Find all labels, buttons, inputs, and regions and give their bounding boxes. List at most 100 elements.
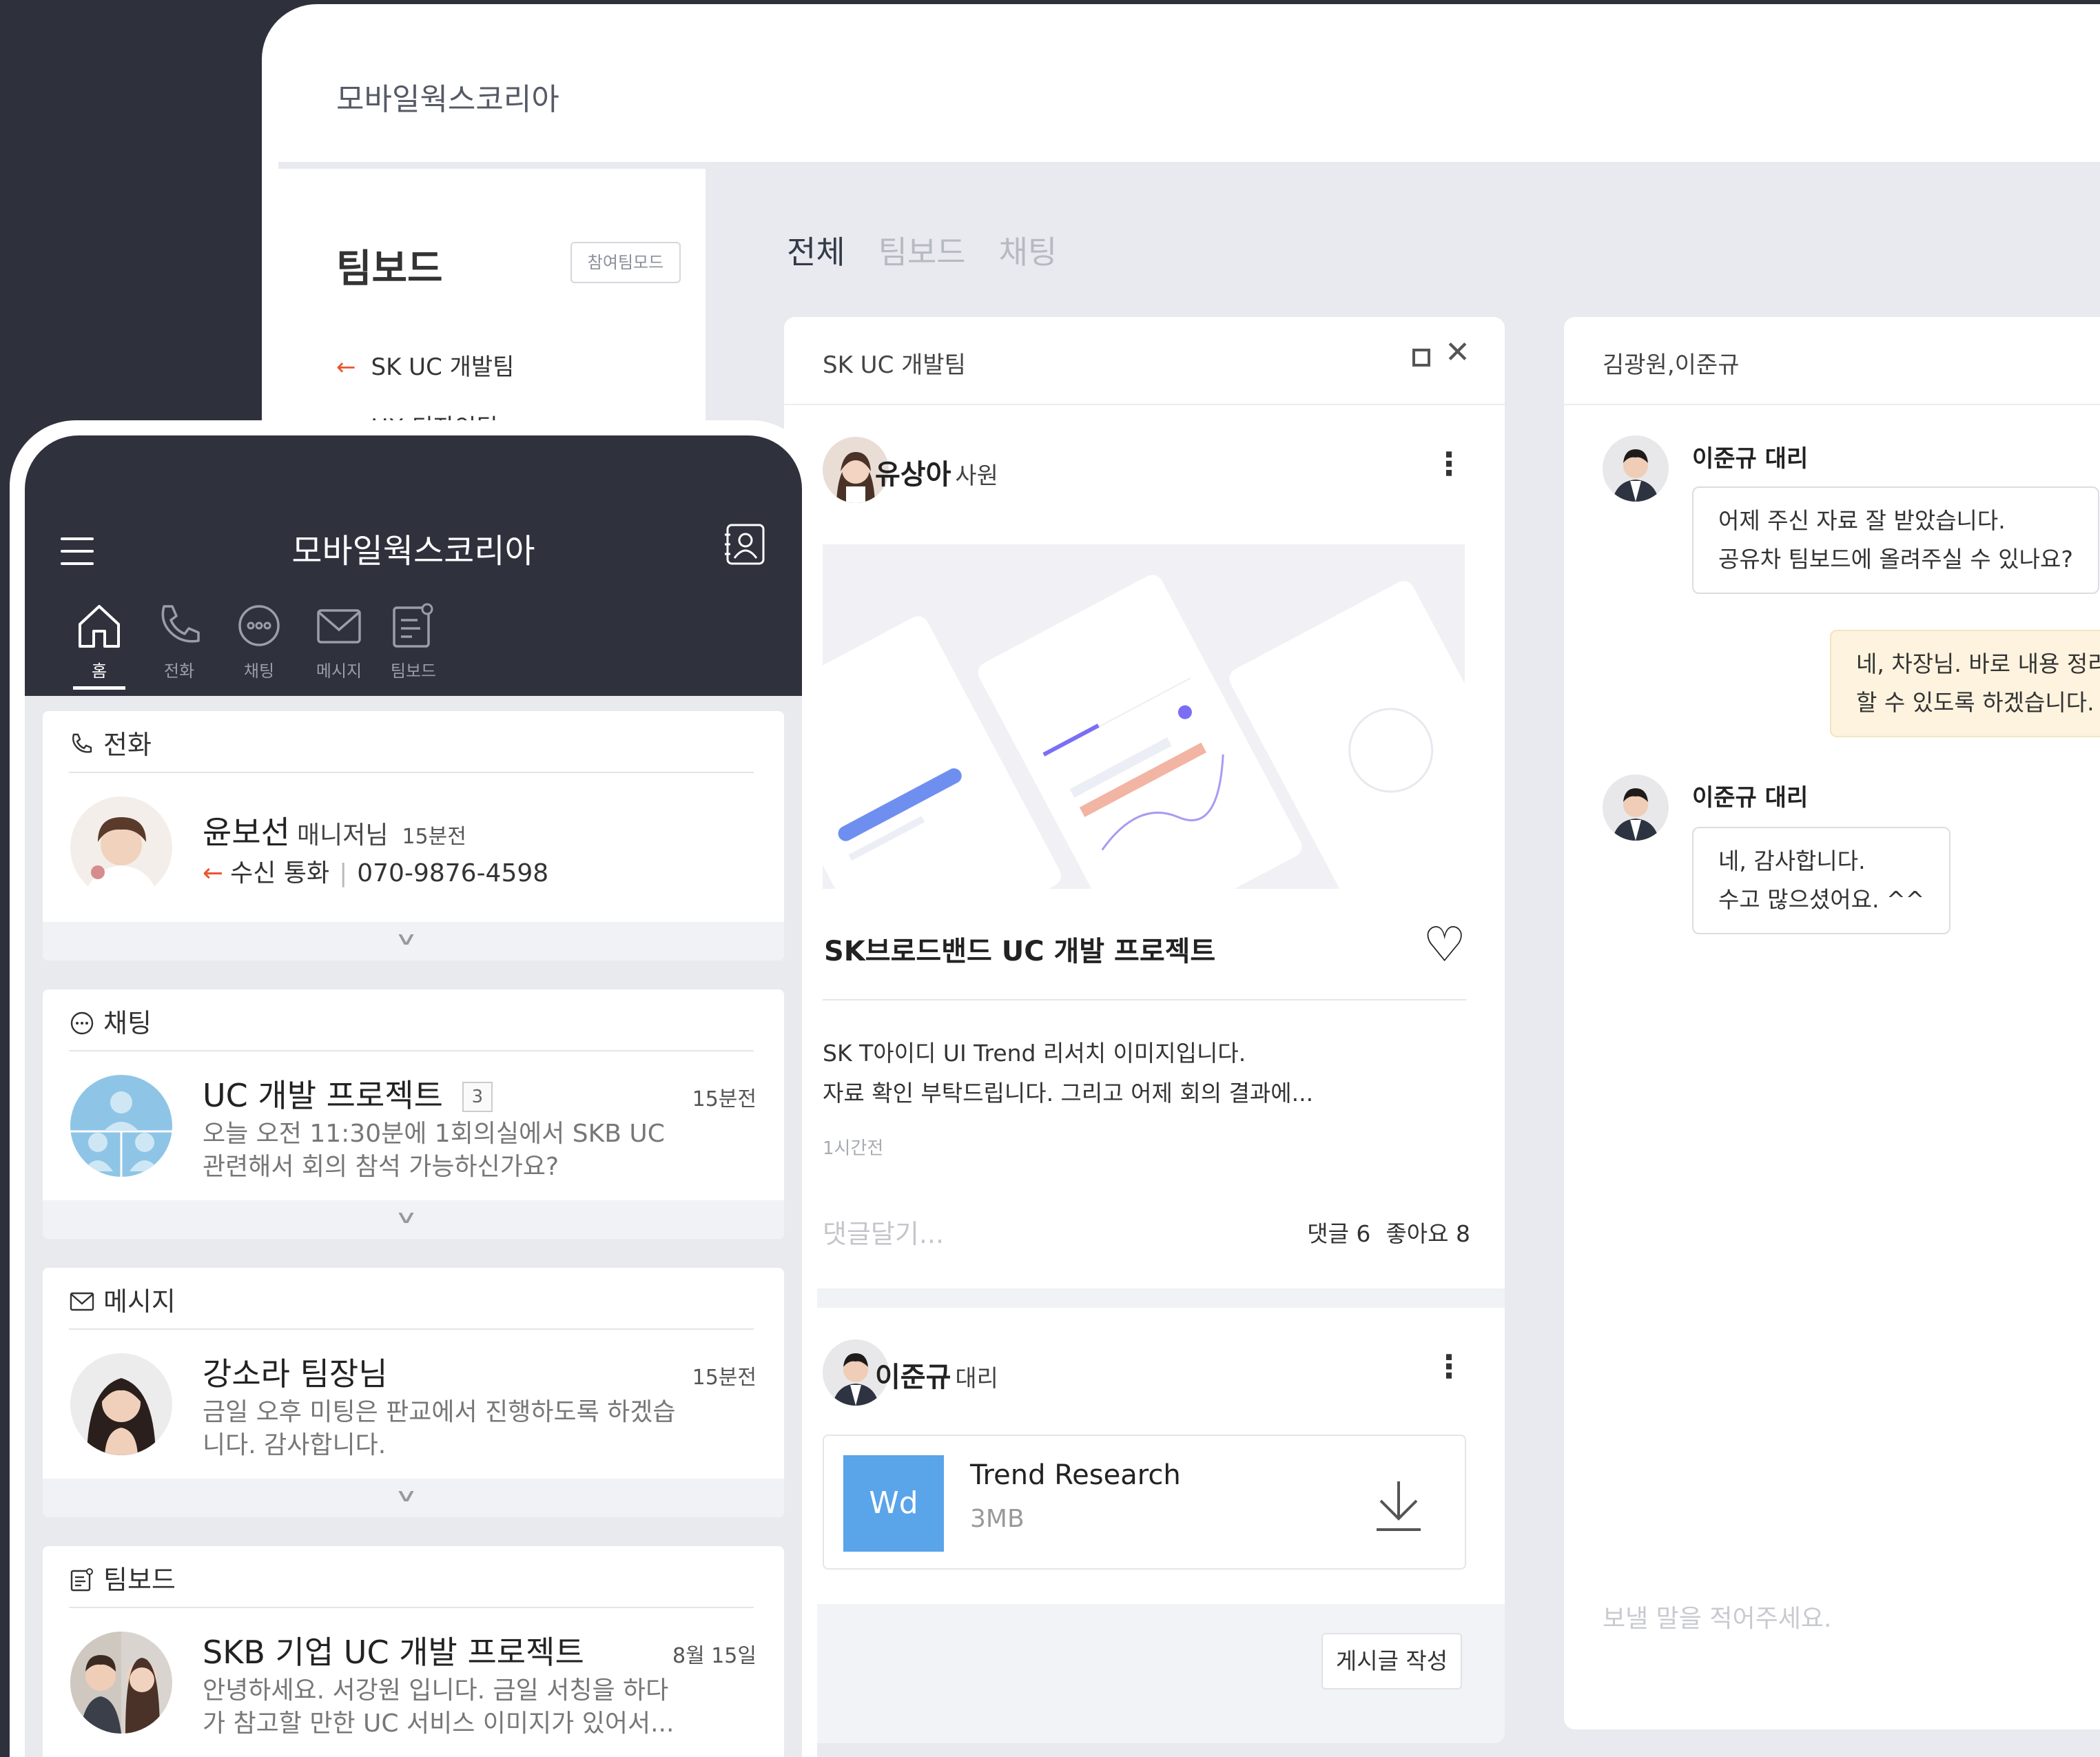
message-sender: 이준규 대리	[1692, 784, 1809, 812]
sidebar-item-label: SK UC 개발팀	[371, 353, 515, 381]
file-size: 3MB	[970, 1505, 1025, 1533]
nav-label: 홈	[91, 661, 107, 681]
team-mode-button[interactable]: 참여팀모드	[570, 242, 681, 283]
card-header: 전화	[69, 723, 152, 761]
call-card[interactable]: 전화 윤보선 매니저님 15분전 ← 수신 통화 | 070-9876-4598 ∨	[43, 711, 784, 960]
sidebar: 팀보드 참여팀모드 ←SK UC 개발팀 ←UX 디자인팀	[278, 169, 706, 444]
group-avatar	[70, 1632, 172, 1734]
mail-icon	[317, 609, 361, 644]
home-icon	[79, 605, 120, 648]
nav-active-indicator	[73, 686, 125, 690]
incoming-arrow-icon: ←	[203, 859, 224, 887]
my-message-bubble: 네, 차장님. 바로 내용 정리 할 수 있도록 하겠습니다.	[1830, 630, 2100, 737]
post-body-line: SK T아이디 UI Trend 리서치 이미지입니다.	[823, 1040, 1246, 1067]
contacts-icon[interactable]	[723, 522, 768, 566]
file-attachment[interactable]: Wd Trend Research 3MB	[823, 1435, 1466, 1570]
avatar	[1603, 435, 1669, 502]
file-name: Trend Research	[970, 1459, 1181, 1491]
phone-screen: 모바일웍스코리아 홈 전화 채팅 메시지 팀보드 전화 윤보선 매니저님 15분…	[25, 435, 802, 1757]
close-icon[interactable]: ✕	[1445, 338, 1470, 368]
message-line: 수고 많으셨어요. ^^	[1718, 886, 1925, 913]
download-icon[interactable]	[1374, 1479, 1423, 1534]
post-separator	[784, 1288, 1505, 1308]
tab-teamboard[interactable]: 팀보드	[878, 234, 966, 271]
card-header-label: 메시지	[103, 1286, 176, 1317]
message-line: 공유차 팀보드에 올려주실 수 있나요?	[1718, 546, 2073, 573]
phone-frame: 모바일웍스코리아 홈 전화 채팅 메시지 팀보드 전화 윤보선 매니저님 15분…	[10, 420, 817, 1757]
chat-title: 김광원,이준규	[1603, 351, 1740, 379]
more-options-icon[interactable]: ⋮	[1433, 1350, 1465, 1382]
chat-icon	[238, 605, 280, 646]
card-header-label: 팀보드	[103, 1565, 176, 1595]
more-options-icon[interactable]: ⋮	[1433, 448, 1465, 480]
board-icon	[70, 1568, 93, 1592]
card-header-label: 채팅	[103, 1008, 152, 1038]
chevron-down-icon: ∨	[394, 1486, 418, 1506]
nav-label: 채팅	[243, 661, 275, 681]
chevron-down-icon: ∨	[394, 929, 418, 949]
caller-name: 윤보선 매니저님 15분전	[203, 814, 466, 851]
unread-badge: 3	[462, 1082, 493, 1112]
chat-panel: 김광원,이준규 이준규 대리 어제 주신 자료 잘 받았습니다. 공유차 팀보드…	[1564, 317, 2100, 1729]
divider	[823, 999, 1466, 1000]
message-card[interactable]: 메시지 강소라 팀장님 15분전 금일 오후 미팅은 판교에서 진행하도록 하겠…	[43, 1268, 784, 1517]
desktop-header: 모바일웍스코리아	[278, 21, 2100, 162]
nav-label: 메시지	[316, 661, 362, 681]
card-expand[interactable]: ∨	[43, 1479, 784, 1517]
nav-phone[interactable]: 전화	[138, 601, 220, 681]
avatar	[70, 1353, 172, 1455]
phone-icon	[161, 605, 200, 643]
nav-message[interactable]: 메시지	[298, 601, 380, 681]
card-expand[interactable]: ∨	[43, 1200, 784, 1239]
divider	[69, 772, 754, 773]
nav-home[interactable]: 홈	[58, 601, 141, 681]
post-counts: 댓글 6 좋아요 8	[1292, 1215, 1470, 1249]
write-post-button[interactable]: 게시글 작성	[1321, 1633, 1462, 1689]
post-body: SK T아이디 UI Trend 리서치 이미지입니다. 자료 확인 부탁드립니…	[823, 1034, 1313, 1113]
post-author: 이준규 대리	[875, 1362, 998, 1393]
comment-count[interactable]: 댓글 6	[1307, 1220, 1370, 1247]
mail-icon	[70, 1292, 94, 1311]
tab-all[interactable]: 전체	[787, 234, 845, 271]
divider	[69, 1607, 754, 1608]
nav-teamboard[interactable]: 팀보드	[372, 601, 455, 681]
heart-icon[interactable]: ♡	[1423, 921, 1466, 969]
word-file-icon: Wd	[843, 1455, 944, 1552]
chat-card[interactable]: 채팅 UC 개발 프로젝트 3 15분전 오늘 오전 11:30분에 1회의실에서…	[43, 989, 784, 1239]
panel-title: SK UC 개발팀	[823, 351, 966, 379]
post-time: 1시간전	[823, 1138, 884, 1159]
chat-preview: 오늘 오전 11:30분에 1회의실에서 SKB UC 관련해서 회의 참석 가능…	[203, 1120, 665, 1181]
teamboard-card[interactable]: 팀보드 SKB 기업 UC 개발 프로젝트 8월 15일 안녕하세요. 서강원 …	[43, 1546, 784, 1757]
message-sender: 이준규 대리	[1692, 445, 1809, 473]
message-line: 어제 주신 자료 잘 받았습니다.	[1718, 507, 2006, 534]
divider	[69, 1328, 754, 1330]
post-title: SK브로드밴드 UC 개발 프로젝트	[824, 936, 1216, 967]
chat-message-input[interactable]: 보낼 말을 적어주세요.	[1603, 1599, 1831, 1634]
board-post-date: 8월 15일	[672, 1644, 756, 1668]
message-bubble: 네, 감사합니다. 수고 많으셨어요. ^^	[1692, 827, 1951, 934]
comment-input[interactable]: 댓글달기...	[823, 1213, 944, 1251]
panel-footer: 게시글 작성	[784, 1604, 1505, 1743]
message-time: 15분전	[692, 1366, 756, 1390]
card-expand[interactable]: ∨	[43, 922, 784, 960]
tab-chat[interactable]: 채팅	[999, 234, 1058, 271]
message-line: 네, 차장님. 바로 내용 정리	[1856, 650, 2100, 677]
sidebar-title: 팀보드	[336, 247, 443, 291]
nav-label: 팀보드	[390, 661, 437, 681]
chevron-down-icon: ∨	[394, 1207, 418, 1228]
panel-header: SK UC 개발팀 ✕	[784, 317, 1505, 405]
avatar	[1603, 774, 1669, 841]
message-line: 네, 감사합니다.	[1718, 847, 1866, 874]
maximize-icon[interactable]	[1412, 349, 1430, 367]
call-info: ← 수신 통화 | 070-9876-4598	[203, 859, 549, 887]
chat-time: 15분전	[692, 1087, 756, 1111]
card-header: 팀보드	[69, 1559, 176, 1596]
group-avatar	[70, 1075, 172, 1177]
app-title: 모바일웍스코리아	[336, 82, 559, 117]
tab-bar: 전체 팀보드 채팅	[787, 227, 1090, 273]
sidebar-item-sk-uc[interactable]: ← SK UC 개발팀	[336, 348, 514, 382]
nav-chat[interactable]: 채팅	[218, 601, 300, 681]
post-image	[823, 544, 1465, 889]
like-count[interactable]: 좋아요 8	[1386, 1220, 1470, 1247]
message-line: 할 수 있도록 하겠습니다.	[1856, 689, 2094, 716]
